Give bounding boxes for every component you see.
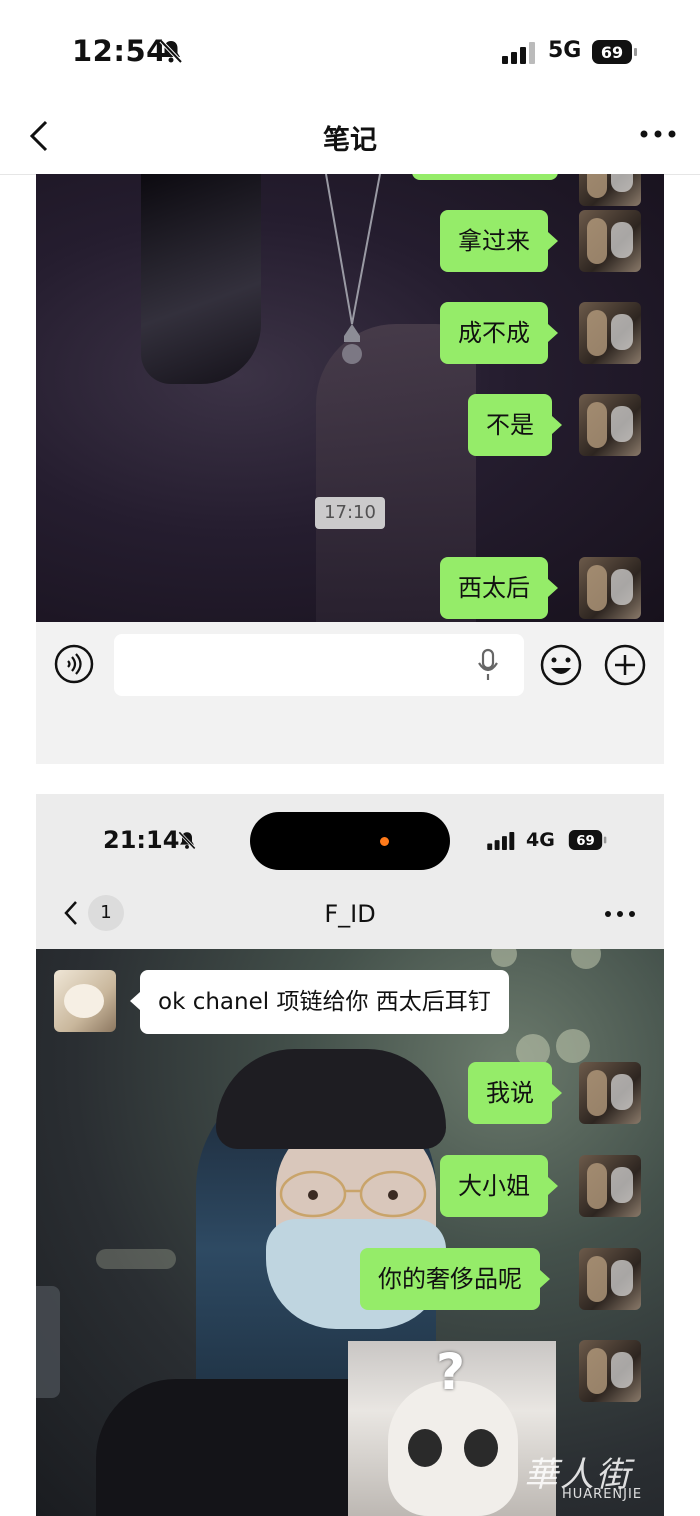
recording-indicator bbox=[380, 837, 389, 846]
avatar[interactable] bbox=[579, 557, 641, 619]
microphone-icon[interactable] bbox=[476, 648, 500, 682]
watermark-site-name: HUARENJIE bbox=[562, 1487, 643, 1502]
photo-detail bbox=[464, 1429, 498, 1467]
chat-background-photo: 拿过来 成不成 不是 17:10 西太后 bbox=[36, 174, 664, 624]
photo-detail bbox=[216, 1049, 446, 1149]
glasses-graphic bbox=[279, 1170, 427, 1218]
message-bubble[interactable]: 西太后 bbox=[440, 557, 558, 619]
avatar[interactable] bbox=[579, 302, 641, 364]
battery-icon: 69 bbox=[568, 830, 607, 850]
status-bar: 12:54 5G 69 bbox=[0, 0, 700, 100]
network-type: 4G bbox=[526, 829, 555, 851]
message-bubble-partial bbox=[412, 174, 558, 180]
chat-title: F_ID bbox=[324, 900, 376, 928]
page-title: 笔记 bbox=[323, 125, 377, 156]
add-icon[interactable] bbox=[604, 644, 646, 686]
more-icon[interactable] bbox=[638, 124, 678, 144]
network-type: 5G bbox=[548, 38, 582, 63]
photo-detail bbox=[556, 1029, 590, 1063]
site-watermark: 華人街 HUARENJIE bbox=[524, 1447, 694, 1507]
emoji-icon[interactable] bbox=[540, 644, 582, 686]
contact-avatar[interactable] bbox=[54, 970, 116, 1032]
message-bubble[interactable]: 我说 bbox=[468, 1062, 562, 1124]
message-bubble[interactable]: 成不成 bbox=[440, 302, 558, 364]
photo-detail bbox=[388, 1381, 518, 1516]
status-time: 12:54 bbox=[72, 34, 167, 68]
sticker-question-mark: ? bbox=[436, 1343, 466, 1401]
battery-level: 69 bbox=[601, 43, 623, 62]
battery-level: 69 bbox=[576, 834, 595, 849]
note-image-2[interactable]: 21:14 4G 69 1 F_ID ok chanel 项链给你 西太后耳钉 … bbox=[36, 794, 664, 1516]
status-time: 21:14 bbox=[103, 826, 180, 854]
message-bubble[interactable]: 拿过来 bbox=[440, 210, 558, 272]
signal-icon bbox=[502, 42, 535, 64]
chat-input-bar bbox=[36, 622, 664, 764]
voice-mode-icon[interactable] bbox=[54, 644, 94, 684]
message-bubble[interactable]: 你的奢侈品呢 bbox=[360, 1248, 550, 1310]
photo-detail bbox=[491, 949, 517, 967]
necklace-graphic bbox=[325, 174, 381, 364]
avatar[interactable] bbox=[579, 210, 641, 272]
dynamic-island bbox=[250, 812, 450, 870]
note-image-1[interactable]: 拿过来 成不成 不是 17:10 西太后 bbox=[36, 174, 664, 764]
message-bubble[interactable]: ok chanel 项链给你 西太后耳钉 bbox=[130, 970, 509, 1034]
message-bubble[interactable]: 不是 bbox=[468, 394, 562, 456]
photo-detail bbox=[408, 1429, 442, 1467]
avatar[interactable] bbox=[579, 1062, 641, 1124]
avatar bbox=[579, 174, 641, 206]
bell-off-icon bbox=[159, 39, 183, 64]
avatar[interactable] bbox=[579, 1340, 641, 1402]
chat-timestamp: 17:10 bbox=[315, 497, 385, 529]
scroll-handle[interactable] bbox=[36, 1286, 60, 1398]
photo-detail bbox=[141, 174, 261, 384]
avatar[interactable] bbox=[579, 1155, 641, 1217]
bell-off-icon bbox=[178, 831, 196, 850]
photo-detail bbox=[96, 1249, 176, 1269]
message-input[interactable] bbox=[114, 634, 524, 696]
message-bubble[interactable]: 大小姐 bbox=[440, 1155, 558, 1217]
signal-icon bbox=[487, 832, 515, 850]
battery-icon: 69 bbox=[592, 40, 637, 64]
photo-detail bbox=[571, 949, 601, 969]
more-icon[interactable] bbox=[604, 908, 636, 920]
avatar[interactable] bbox=[579, 1248, 641, 1310]
avatar[interactable] bbox=[579, 394, 641, 456]
